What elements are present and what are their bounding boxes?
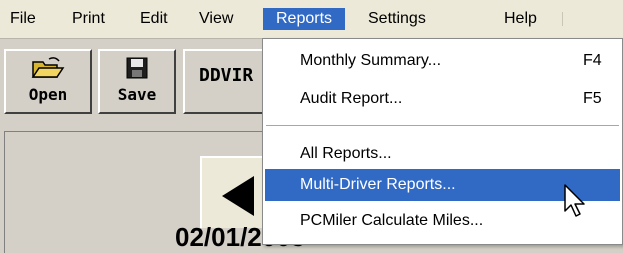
floppy-disk-icon <box>126 57 148 79</box>
menu-file[interactable]: File <box>5 8 41 30</box>
menu-item-label: Multi-Driver Reports... <box>300 176 456 193</box>
dvir-text: DDVIR <box>199 65 254 86</box>
open-label: Open <box>28 85 68 104</box>
menu-item-label: Audit Report... <box>300 90 403 107</box>
menu-reports[interactable]: Reports <box>263 8 345 30</box>
menu-edit[interactable]: Edit <box>135 8 173 30</box>
menu-item-shortcut: F5 <box>583 90 602 107</box>
menu-item-label: Monthly Summary... <box>300 52 442 69</box>
menu-item-audit-report[interactable]: Audit Report... F5 <box>265 83 620 115</box>
menu-print[interactable]: Print <box>67 8 110 30</box>
menu-view[interactable]: View <box>194 8 238 30</box>
save-label: Save <box>117 85 157 104</box>
dvir-button[interactable]: DDVIR <box>183 49 273 114</box>
arrow-left-icon <box>222 176 254 216</box>
open-button[interactable]: Open <box>4 49 92 114</box>
menu-item-monthly-summary[interactable]: Monthly Summary... F4 <box>265 45 620 77</box>
menu-separator <box>266 125 619 126</box>
menu-item-label: All Reports... <box>300 145 392 162</box>
menu-item-shortcut: F4 <box>583 52 602 69</box>
menu-settings[interactable]: Settings <box>363 8 431 30</box>
menu-help[interactable]: Help <box>499 8 542 30</box>
menu-item-all-reports[interactable]: All Reports... <box>265 138 620 170</box>
folder-open-icon <box>31 57 65 78</box>
save-button[interactable]: Save <box>98 49 176 114</box>
menubar-grip <box>562 12 565 26</box>
menu-item-label: PCMiler Calculate Miles... <box>300 212 484 229</box>
previous-date-button[interactable] <box>200 156 270 228</box>
mouse-pointer-icon <box>564 184 585 217</box>
menu-bar: File Print Edit View Reports Settings He… <box>0 0 623 39</box>
